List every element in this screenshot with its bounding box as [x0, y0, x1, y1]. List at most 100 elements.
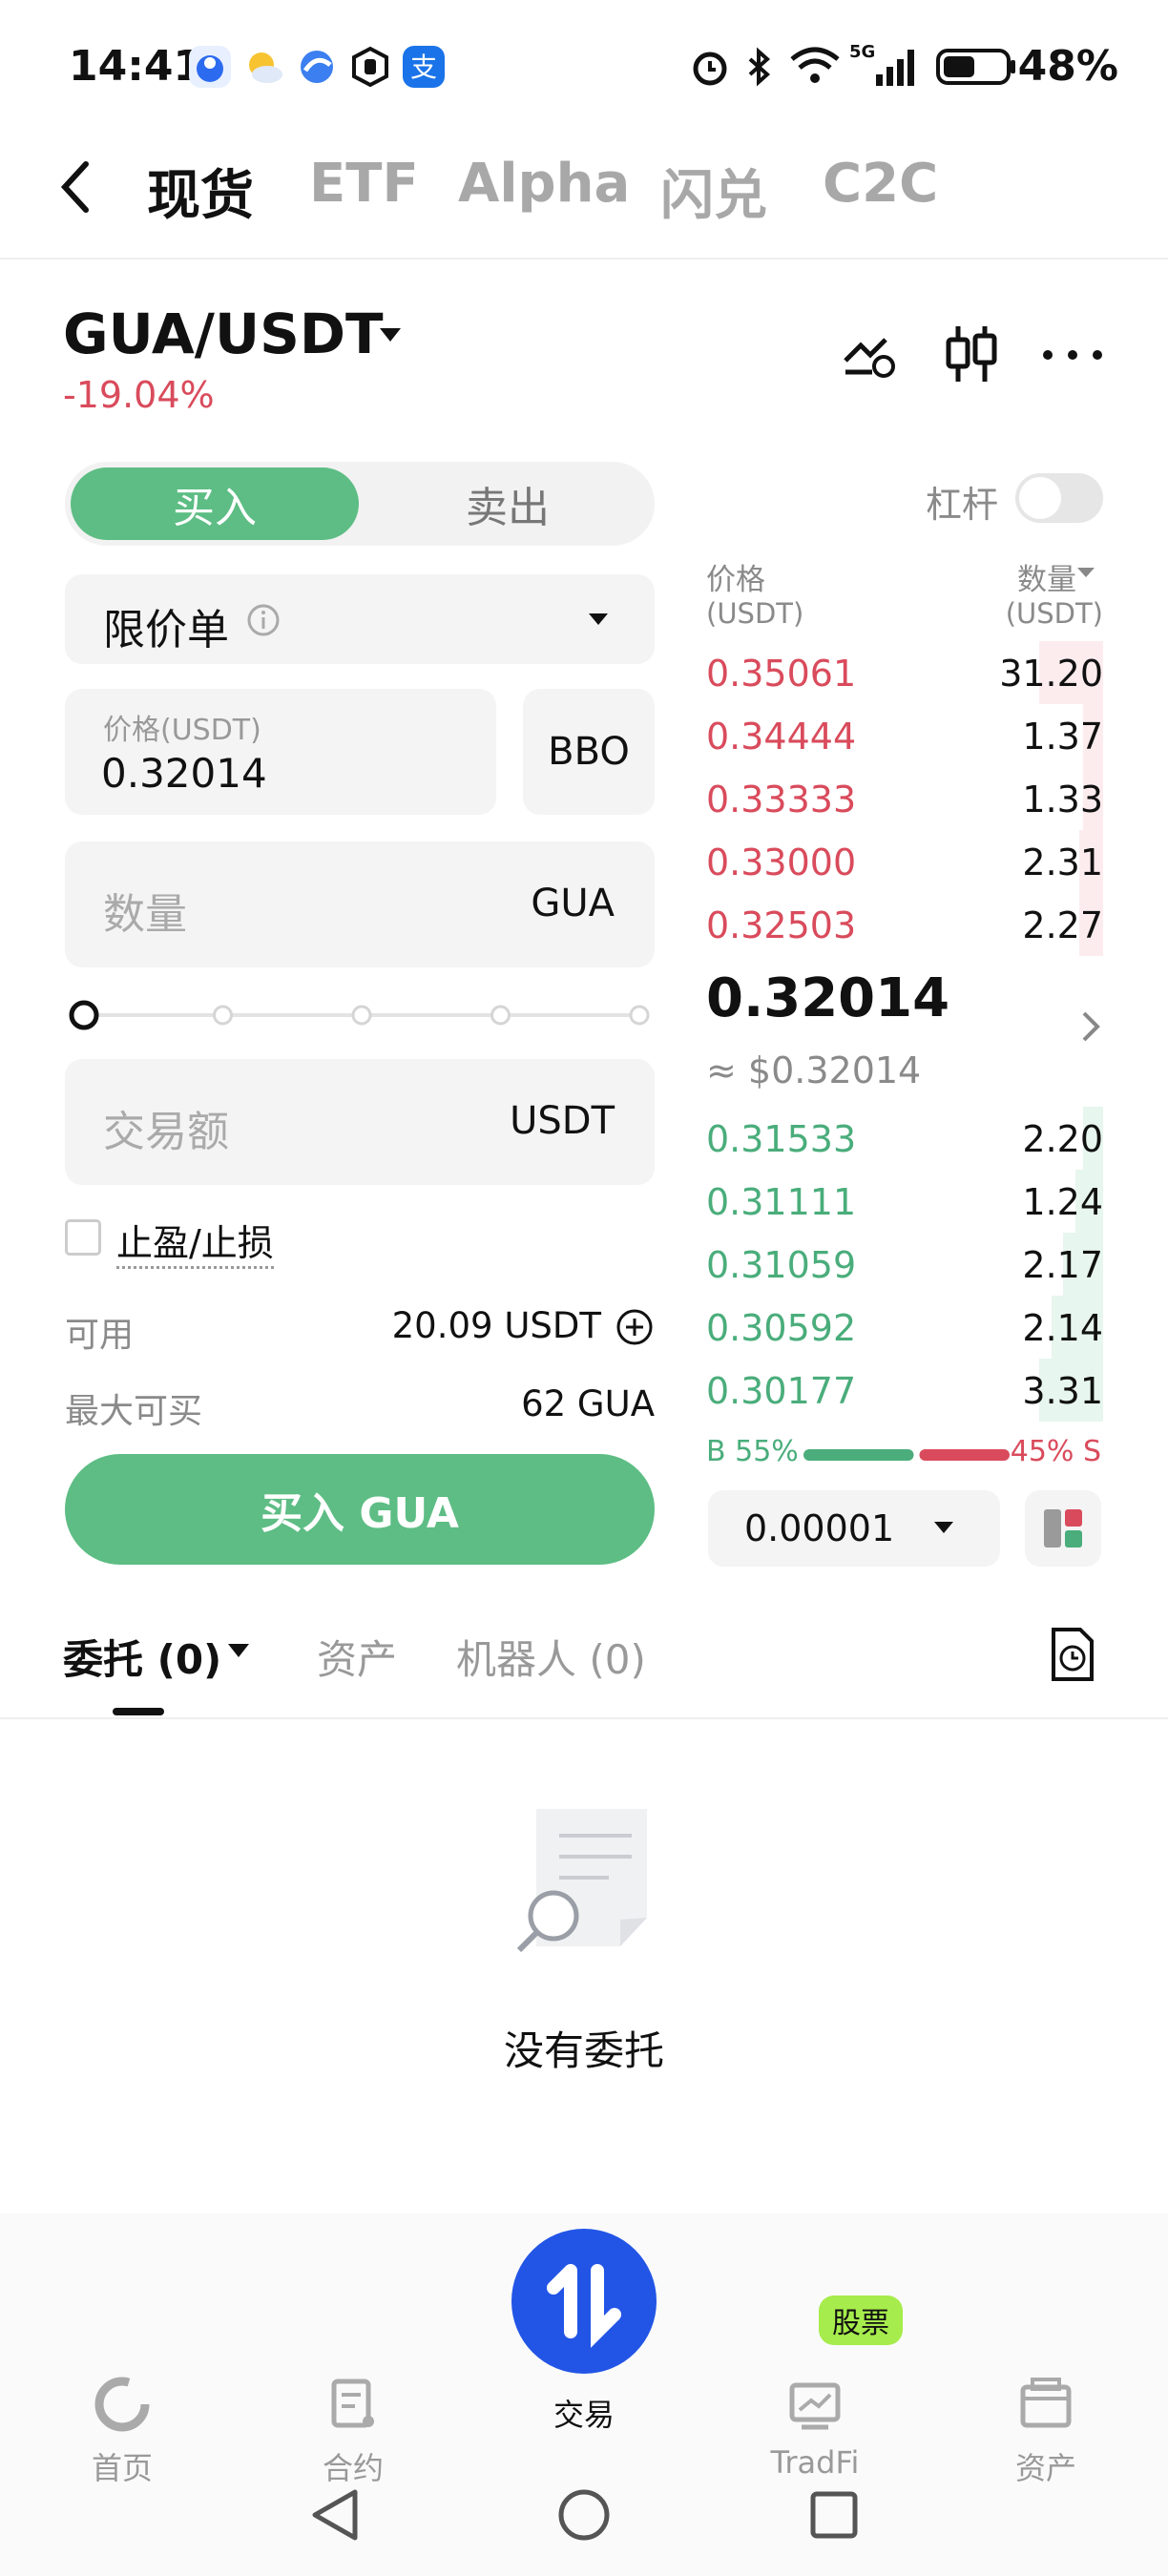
bottom-nav-tradfi[interactable]: TradFi	[729, 2376, 901, 2481]
tab-open-orders[interactable]: 委托 (0)	[63, 1628, 221, 1686]
max-buy-value: 62 GUA	[521, 1383, 655, 1424]
ask-row[interactable]: 0.34444 1.37	[706, 704, 1103, 767]
ob-qty-unit: (USDT)	[1005, 597, 1103, 630]
bluetooth-icon	[742, 46, 777, 92]
info-icon[interactable]	[246, 603, 281, 641]
slider-knob	[69, 1000, 99, 1030]
book-layout-icon[interactable]	[1025, 1490, 1101, 1567]
max-buy-label: 最大可买	[65, 1392, 203, 1431]
amount-slider[interactable]	[67, 996, 657, 1034]
bottom-nav-assets[interactable]: 资产	[960, 2376, 1132, 2488]
price-change: -19.04%	[63, 374, 215, 416]
bottom-nav-futures-label: 合约	[322, 2450, 384, 2486]
bid-qty: 2.17	[1022, 1244, 1103, 1286]
stocks-badge: 股票	[819, 2296, 903, 2345]
last-price: 0.32014	[706, 967, 950, 1029]
ask-row[interactable]: 0.33333 1.33	[706, 767, 1103, 830]
battery-icon	[935, 48, 1017, 90]
order-history-icon[interactable]	[1046, 1626, 1099, 1687]
order-type-label: 限价单	[103, 606, 229, 654]
tab-bots[interactable]: 机器人 (0)	[456, 1628, 646, 1686]
bid-row[interactable]: 0.30177 3.31	[706, 1359, 1103, 1422]
ask-price: 0.32503	[706, 904, 857, 946]
tab-spot[interactable]: 现货	[147, 153, 254, 230]
bid-row[interactable]: 0.31533 2.20	[706, 1107, 1103, 1170]
ask-row[interactable]: 0.32503 2.27	[706, 893, 1103, 956]
buy-ratio-label: B 55%	[706, 1435, 799, 1468]
bid-price: 0.30177	[706, 1370, 857, 1412]
swap-arrows-icon	[547, 2264, 621, 2348]
wifi-icon	[788, 44, 842, 92]
system-recents-icon[interactable]	[803, 2484, 865, 2549]
tab-c2c[interactable]: C2C	[823, 153, 938, 215]
system-back-icon[interactable]	[305, 2484, 366, 2549]
total-unit: USDT	[510, 1099, 615, 1143]
slider-stop	[629, 1005, 650, 1026]
status-time: 14:41	[69, 42, 203, 91]
system-home-icon[interactable]	[553, 2484, 615, 2549]
back-icon[interactable]	[52, 156, 99, 221]
ask-row[interactable]: 0.33000 2.31	[706, 830, 1103, 893]
browser-icon	[296, 46, 338, 88]
wallet-icon	[1017, 2376, 1074, 2433]
ask-qty: 1.37	[1022, 716, 1103, 758]
bid-qty: 2.14	[1022, 1307, 1103, 1349]
bottom-nav-home-label: 首页	[91, 2450, 153, 2486]
bid-row[interactable]: 0.31111 1.24	[706, 1170, 1103, 1233]
empty-orders-icon	[513, 1803, 657, 1969]
tpsl-label[interactable]: 止盈/止损	[116, 1214, 274, 1269]
precision-value: 0.00001	[744, 1507, 895, 1549]
ask-qty: 1.33	[1022, 779, 1103, 821]
chart-indicator-icon[interactable]	[840, 324, 901, 389]
alarm-icon	[689, 46, 731, 92]
price-input-value[interactable]: 0.32014	[101, 750, 267, 797]
tab-convert[interactable]: 闪兑	[660, 153, 767, 230]
bottom-nav-assets-label: 资产	[1014, 2450, 1076, 2486]
ob-qty-header[interactable]: 数量	[1017, 555, 1076, 598]
ask-qty: 2.27	[1022, 904, 1103, 946]
weather-icon	[242, 46, 284, 88]
pair-symbol[interactable]: GUA/USDT	[63, 301, 384, 366]
precision-dropdown-icon[interactable]	[931, 1517, 956, 1542]
more-icon[interactable]	[1040, 334, 1107, 376]
amount-unit: GUA	[531, 882, 615, 925]
bid-row[interactable]: 0.31059 2.17	[706, 1233, 1103, 1296]
ob-price-unit: (USDT)	[706, 597, 804, 630]
add-funds-icon[interactable]	[615, 1307, 655, 1351]
ask-price: 0.35061	[706, 653, 857, 695]
tab-alpha[interactable]: Alpha	[458, 153, 630, 215]
bid-qty: 3.31	[1022, 1370, 1103, 1412]
qty-unit-dropdown-icon[interactable]	[1074, 563, 1097, 586]
bid-row[interactable]: 0.30592 2.14	[706, 1296, 1103, 1359]
leverage-label: 杠杆	[926, 484, 999, 526]
bid-price: 0.31111	[706, 1181, 857, 1223]
tab-assets[interactable]: 资产	[317, 1628, 397, 1686]
ob-price-header: 价格	[706, 563, 765, 597]
home-icon	[94, 2376, 151, 2433]
hand-icon	[349, 46, 391, 88]
orders-dropdown-icon[interactable]	[225, 1639, 252, 1666]
tpsl-checkbox[interactable]	[65, 1219, 101, 1256]
ask-row[interactable]: 0.35061 31.20	[706, 641, 1103, 704]
buy-sell-ratio-bar	[803, 1446, 1010, 1461]
bottom-nav-trade-label: 交易	[553, 2397, 615, 2433]
buy-ratio-segment	[803, 1449, 914, 1461]
sell-ratio-segment	[919, 1449, 1010, 1461]
trade-button[interactable]	[511, 2229, 657, 2374]
buy-submit-button[interactable]: 买入 GUA	[65, 1454, 655, 1565]
bottom-nav-futures[interactable]: 合约	[267, 2376, 439, 2488]
bottom-nav-home[interactable]: 首页	[36, 2376, 208, 2488]
chevron-right-icon[interactable]	[1076, 1006, 1105, 1051]
tab-etf[interactable]: ETF	[309, 153, 419, 215]
active-tab-indicator	[113, 1708, 164, 1715]
bbo-button[interactable]: BBO	[523, 689, 655, 815]
buy-tab[interactable]: 买入	[71, 467, 359, 540]
bid-qty: 2.20	[1022, 1118, 1103, 1160]
order-type-dropdown-icon[interactable]	[584, 607, 613, 635]
slider-stop	[351, 1005, 372, 1026]
sell-tab[interactable]: 卖出	[365, 467, 651, 540]
candlestick-icon[interactable]	[943, 321, 1000, 391]
leverage-toggle[interactable]	[1015, 473, 1103, 523]
ask-price: 0.33333	[706, 779, 857, 821]
pair-dropdown-icon[interactable]	[374, 321, 407, 353]
